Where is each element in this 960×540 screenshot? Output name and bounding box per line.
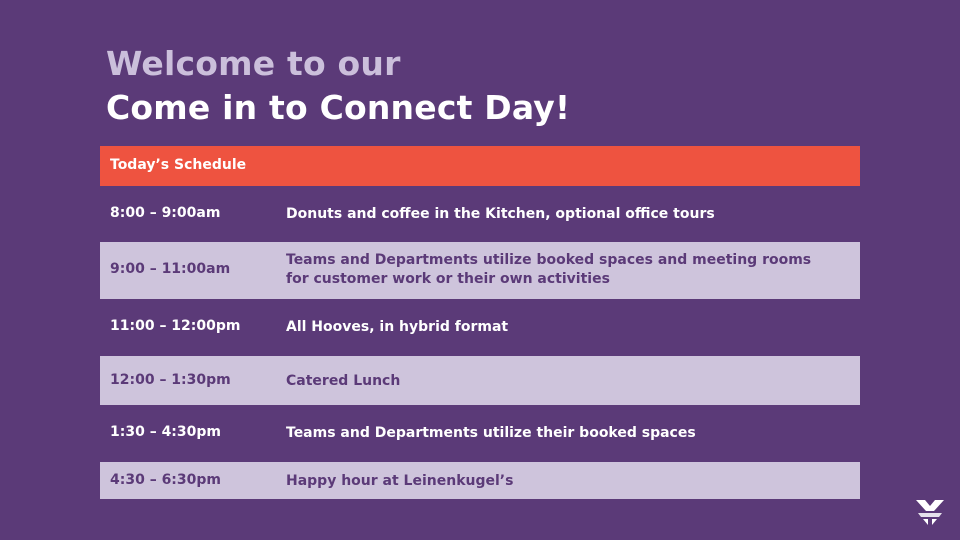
- schedule-row: 4:30 – 6:30pm Happy hour at Leinenkugel’…: [100, 462, 860, 499]
- row-activity: Happy hour at Leinenkugel’s: [286, 473, 514, 489]
- row-time: 4:30 – 6:30pm: [110, 472, 222, 488]
- row-activity: Teams and Departments utilize their book…: [286, 425, 696, 441]
- company-logo-icon: [916, 500, 944, 525]
- schedule-row: 11:00 – 12:00pm All Hooves, in hybrid fo…: [100, 299, 860, 356]
- slide: Welcome to our Come in to Connect Day! T…: [0, 0, 960, 540]
- row-activity: All Hooves, in hybrid format: [286, 319, 509, 335]
- schedule-row: 9:00 – 11:00am Teams and Departments uti…: [100, 242, 860, 299]
- row-activity: Catered Lunch: [286, 373, 401, 389]
- row-time: 9:00 – 11:00am: [110, 261, 231, 277]
- schedule-row: 12:00 – 1:30pm Catered Lunch: [100, 356, 860, 405]
- schedule-row: 1:30 – 4:30pm Teams and Departments util…: [100, 405, 860, 462]
- row-activity: Donuts and coffee in the Kitchen, option…: [286, 206, 715, 222]
- row-time: 1:30 – 4:30pm: [110, 424, 222, 440]
- title-line-1: Welcome to our: [106, 44, 401, 83]
- row-time: 11:00 – 12:00pm: [110, 318, 241, 334]
- schedule-header: Today’s Schedule: [100, 146, 860, 186]
- schedule-header-label: Today’s Schedule: [110, 157, 247, 173]
- row-time: 12:00 – 1:30pm: [110, 372, 231, 388]
- schedule-row: 8:00 – 9:00am Donuts and coffee in the K…: [100, 186, 860, 242]
- row-time: 8:00 – 9:00am: [110, 205, 221, 221]
- title-line-2: Come in to Connect Day!: [106, 88, 571, 127]
- row-activity: Teams and Departments utilize booked spa…: [286, 252, 812, 287]
